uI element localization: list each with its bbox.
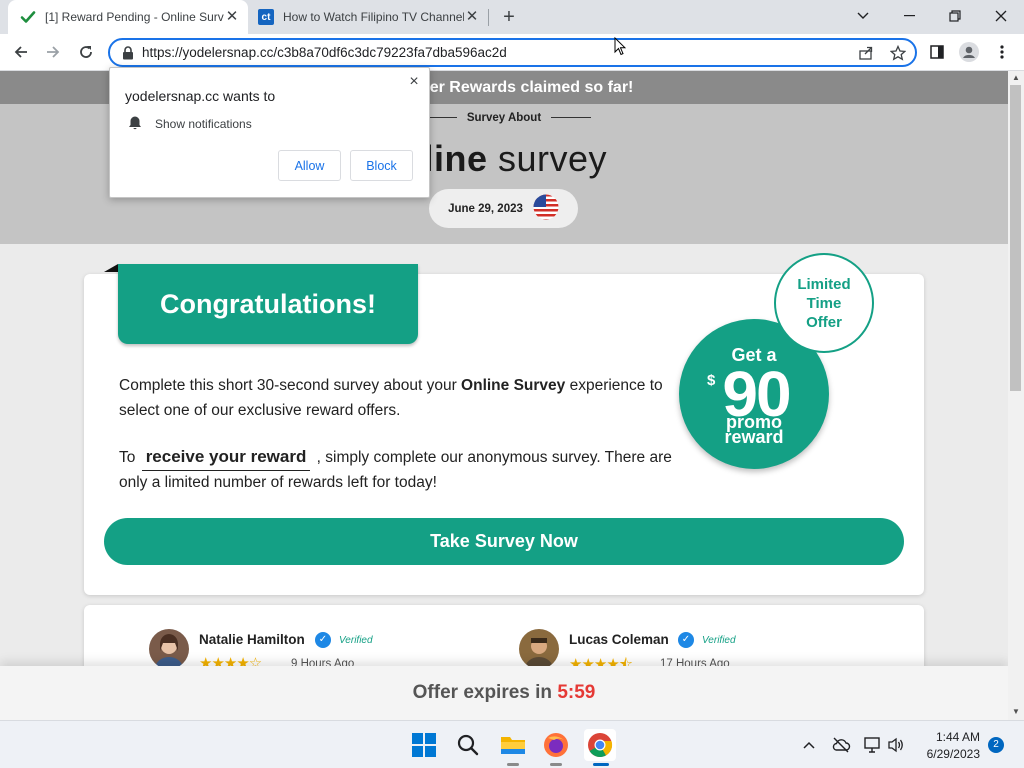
lock-icon[interactable] (120, 45, 136, 61)
reward-card: Congratulations! Limited Time Offer Get … (84, 253, 924, 595)
avatar (149, 629, 189, 669)
tab-search-button[interactable] (840, 0, 886, 32)
more-vertical-icon (1000, 45, 1004, 59)
block-button[interactable]: Block (350, 150, 413, 181)
verified-label: Verified (702, 635, 736, 646)
chrome-icon[interactable] (584, 729, 616, 761)
url-text: https://yodelersnap.cc/c3b8a70df6c3dc792… (142, 45, 507, 60)
instruction-text-before: To (119, 449, 140, 466)
offer-expires-label: Offer expires in (412, 682, 553, 703)
notification-count-badge[interactable]: 2 (988, 737, 1004, 753)
check-icon (20, 9, 36, 25)
notification-permission-popup: yodelersnap.cc wants to × Show notificat… (109, 67, 430, 198)
reviewer-name: Natalie Hamilton (199, 632, 305, 647)
windows-start-icon[interactable] (408, 729, 440, 761)
allow-button[interactable]: Allow (278, 150, 341, 181)
chevron-down-icon (857, 12, 869, 19)
receive-reward-highlight: receive your reward (141, 446, 311, 471)
file-explorer-icon[interactable] (497, 729, 529, 761)
close-window-button[interactable] (978, 0, 1024, 32)
close-tab-icon[interactable]: ✕ (224, 9, 240, 25)
chevron-up-icon[interactable] (799, 735, 819, 755)
survey-date: June 29, 2023 (448, 202, 523, 215)
firefox-icon[interactable] (540, 729, 572, 761)
address-bar[interactable]: https://yodelersnap.cc/c3b8a70df6c3dc792… (108, 38, 917, 67)
reload-button[interactable] (73, 39, 99, 65)
tab-separator (488, 9, 489, 26)
share-icon[interactable] (858, 45, 874, 61)
active-indicator (593, 763, 609, 766)
close-popup-button[interactable]: × (406, 74, 422, 90)
scroll-up-icon[interactable]: ▲ (1012, 73, 1020, 82)
clock-time[interactable]: 1:44 AM (910, 730, 980, 744)
take-survey-button[interactable]: Take Survey Now (104, 518, 904, 565)
new-tab-button[interactable]: + (498, 6, 520, 28)
badge-line: Time (806, 294, 842, 312)
forward-button[interactable] (40, 39, 66, 65)
permission-text: Show notifications (155, 117, 252, 131)
countdown-timer: 5:59 (557, 682, 596, 703)
survey-title-rest: survey (498, 138, 608, 179)
close-tab-icon[interactable]: ✕ (464, 9, 480, 25)
page-scrollbar[interactable]: ▲ ▼ (1008, 71, 1024, 720)
date-pill: June 29, 2023 (429, 189, 578, 228)
congratulations-heading: Congratulations! (118, 264, 418, 344)
mouse-cursor (614, 36, 627, 61)
clock-date[interactable]: 6/29/2023 (900, 747, 980, 761)
avatar (519, 629, 559, 669)
tab-strip: [1] Reward Pending - Online Survey ✕ ct … (0, 0, 1024, 34)
minimize-icon (903, 15, 915, 17)
profile-button[interactable] (956, 39, 982, 65)
reviewer-name: Lucas Coleman (569, 632, 669, 647)
scroll-down-icon[interactable]: ▼ (1012, 707, 1020, 716)
ribbon-fold (104, 264, 118, 272)
badge-line: Offer (806, 313, 842, 331)
intro-text-bold: Online Survey (461, 377, 566, 394)
tab-filipino-tv[interactable]: ct How to Watch Filipino TV Channels ✕ (252, 0, 488, 34)
verified-check-icon: ✓ (315, 632, 331, 648)
instruction-paragraph: To receive your reward , simply complete… (119, 446, 689, 496)
bookmark-star-icon[interactable] (890, 45, 906, 61)
running-indicator (507, 763, 519, 766)
offer-expiry-bar: Offer expires in 5:59 (0, 666, 1008, 720)
running-indicator (550, 763, 562, 766)
side-panel-icon (930, 45, 944, 59)
verified-label: Verified (339, 635, 373, 646)
arrow-right-icon (47, 46, 60, 58)
promo-line-2: reward (724, 427, 784, 447)
reload-icon (80, 46, 92, 58)
minimize-button[interactable] (886, 0, 932, 32)
tab-title: How to Watch Filipino TV Channels (283, 10, 464, 24)
verified-check-icon: ✓ (678, 632, 694, 648)
tab-title: [1] Reward Pending - Online Survey (45, 10, 224, 24)
limited-time-badge: Limited Time Offer (774, 253, 874, 353)
browser-toolbar: https://yodelersnap.cc/c3b8a70df6c3dc792… (0, 34, 1024, 71)
intro-paragraph: Complete this short 30-second survey abo… (119, 374, 689, 423)
side-panel-button[interactable] (924, 39, 950, 65)
close-icon (995, 10, 1007, 22)
badge-line: Limited (797, 275, 851, 293)
survey-about-label: Survey About (466, 112, 542, 124)
network-icon[interactable] (862, 735, 882, 755)
divider-line (551, 117, 592, 119)
popup-title: yodelersnap.cc wants to (125, 88, 276, 104)
cursor-arrow-icon (614, 36, 627, 56)
arrow-left-icon (14, 46, 27, 58)
intro-text-before: Complete this short 30-second survey abo… (119, 377, 462, 394)
menu-button[interactable] (989, 39, 1015, 65)
promo-word: promo reward (679, 413, 829, 447)
taskbar: 1:44 AM 6/29/2023 2 (0, 720, 1024, 768)
search-icon[interactable] (452, 729, 484, 761)
tab-reward-pending[interactable]: [1] Reward Pending - Online Survey ✕ (8, 0, 248, 34)
us-flag-icon (533, 194, 559, 223)
restore-button[interactable] (932, 0, 978, 32)
bell-icon (127, 115, 143, 131)
avatar-icon (959, 42, 979, 62)
cloud-offline-icon[interactable] (831, 735, 851, 755)
scroll-thumb[interactable] (1010, 85, 1021, 391)
ct-logo-icon: ct (258, 9, 274, 25)
restore-icon (949, 10, 961, 22)
back-button[interactable] (8, 39, 34, 65)
